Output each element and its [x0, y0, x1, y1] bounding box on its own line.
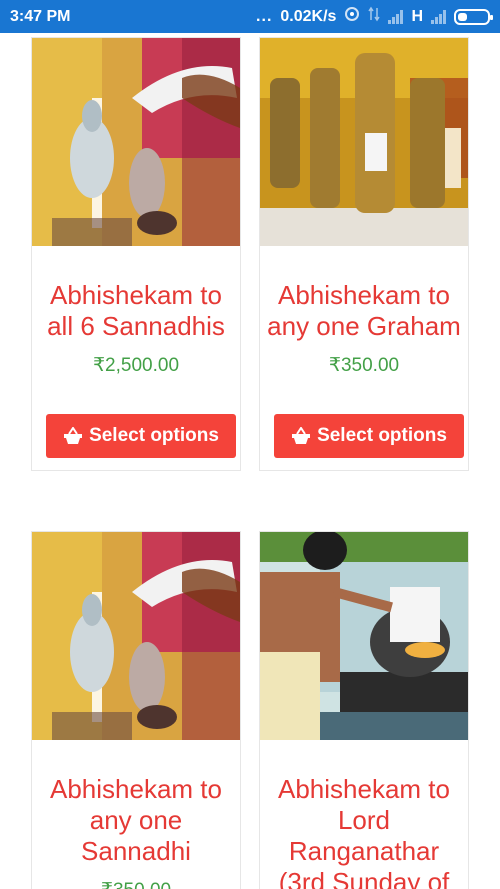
network-speed: 0.02K/s — [280, 7, 337, 25]
product-card[interactable]: Abhishekam to all 6 Sannadhis ₹2,500.00 … — [31, 37, 241, 471]
status-dots: ... — [256, 7, 273, 25]
select-options-button[interactable]: Select options — [274, 414, 464, 458]
signal-icon — [388, 9, 404, 24]
select-options-label: Select options — [89, 425, 219, 446]
milk-abhishekam-icon — [32, 532, 240, 740]
product-title[interactable]: Abhishekam to Lord Ranganathar (3rd Sund… — [260, 774, 468, 889]
battery-icon — [454, 8, 493, 25]
product-card[interactable]: Abhishekam to any one Graham ₹350.00 Sel… — [259, 37, 469, 471]
status-icons: ... 0.02K/s H — [256, 6, 493, 27]
status-time: 3:47 PM — [10, 7, 71, 25]
product-title[interactable]: Abhishekam to any one Graham — [260, 280, 468, 342]
product-image[interactable] — [260, 38, 468, 246]
milk-abhishekam-icon — [32, 38, 240, 246]
product-price: ₹350.00 — [328, 355, 400, 376]
select-options-label: Select options — [317, 425, 447, 446]
product-title[interactable]: Abhishekam to any one Sannadhi — [32, 774, 240, 867]
hotspot-icon — [344, 6, 360, 27]
basket-icon — [292, 427, 311, 444]
product-card[interactable]: Abhishekam to any one Sannadhi ₹350.00 — [31, 531, 241, 889]
product-price: ₹2,500.00 — [92, 355, 180, 376]
product-image[interactable] — [32, 38, 240, 246]
product-grid: Abhishekam to all 6 Sannadhis ₹2,500.00 … — [0, 33, 500, 889]
network-type: H — [411, 7, 423, 25]
product-image[interactable] — [32, 532, 240, 740]
signal-icon-2 — [431, 9, 446, 24]
data-arrows-icon — [368, 6, 381, 27]
status-bar: 3:47 PM ... 0.02K/s H — [0, 0, 500, 33]
product-card[interactable]: Abhishekam to Lord Ranganathar (3rd Sund… — [259, 531, 469, 889]
brass-idols-icon — [260, 38, 468, 246]
basket-icon — [64, 427, 83, 444]
priest-ritual-icon — [260, 532, 468, 740]
product-image[interactable] — [260, 532, 468, 740]
select-options-button[interactable]: Select options — [46, 414, 236, 458]
product-price: ₹350.00 — [32, 879, 240, 889]
product-title[interactable]: Abhishekam to all 6 Sannadhis — [32, 280, 240, 342]
